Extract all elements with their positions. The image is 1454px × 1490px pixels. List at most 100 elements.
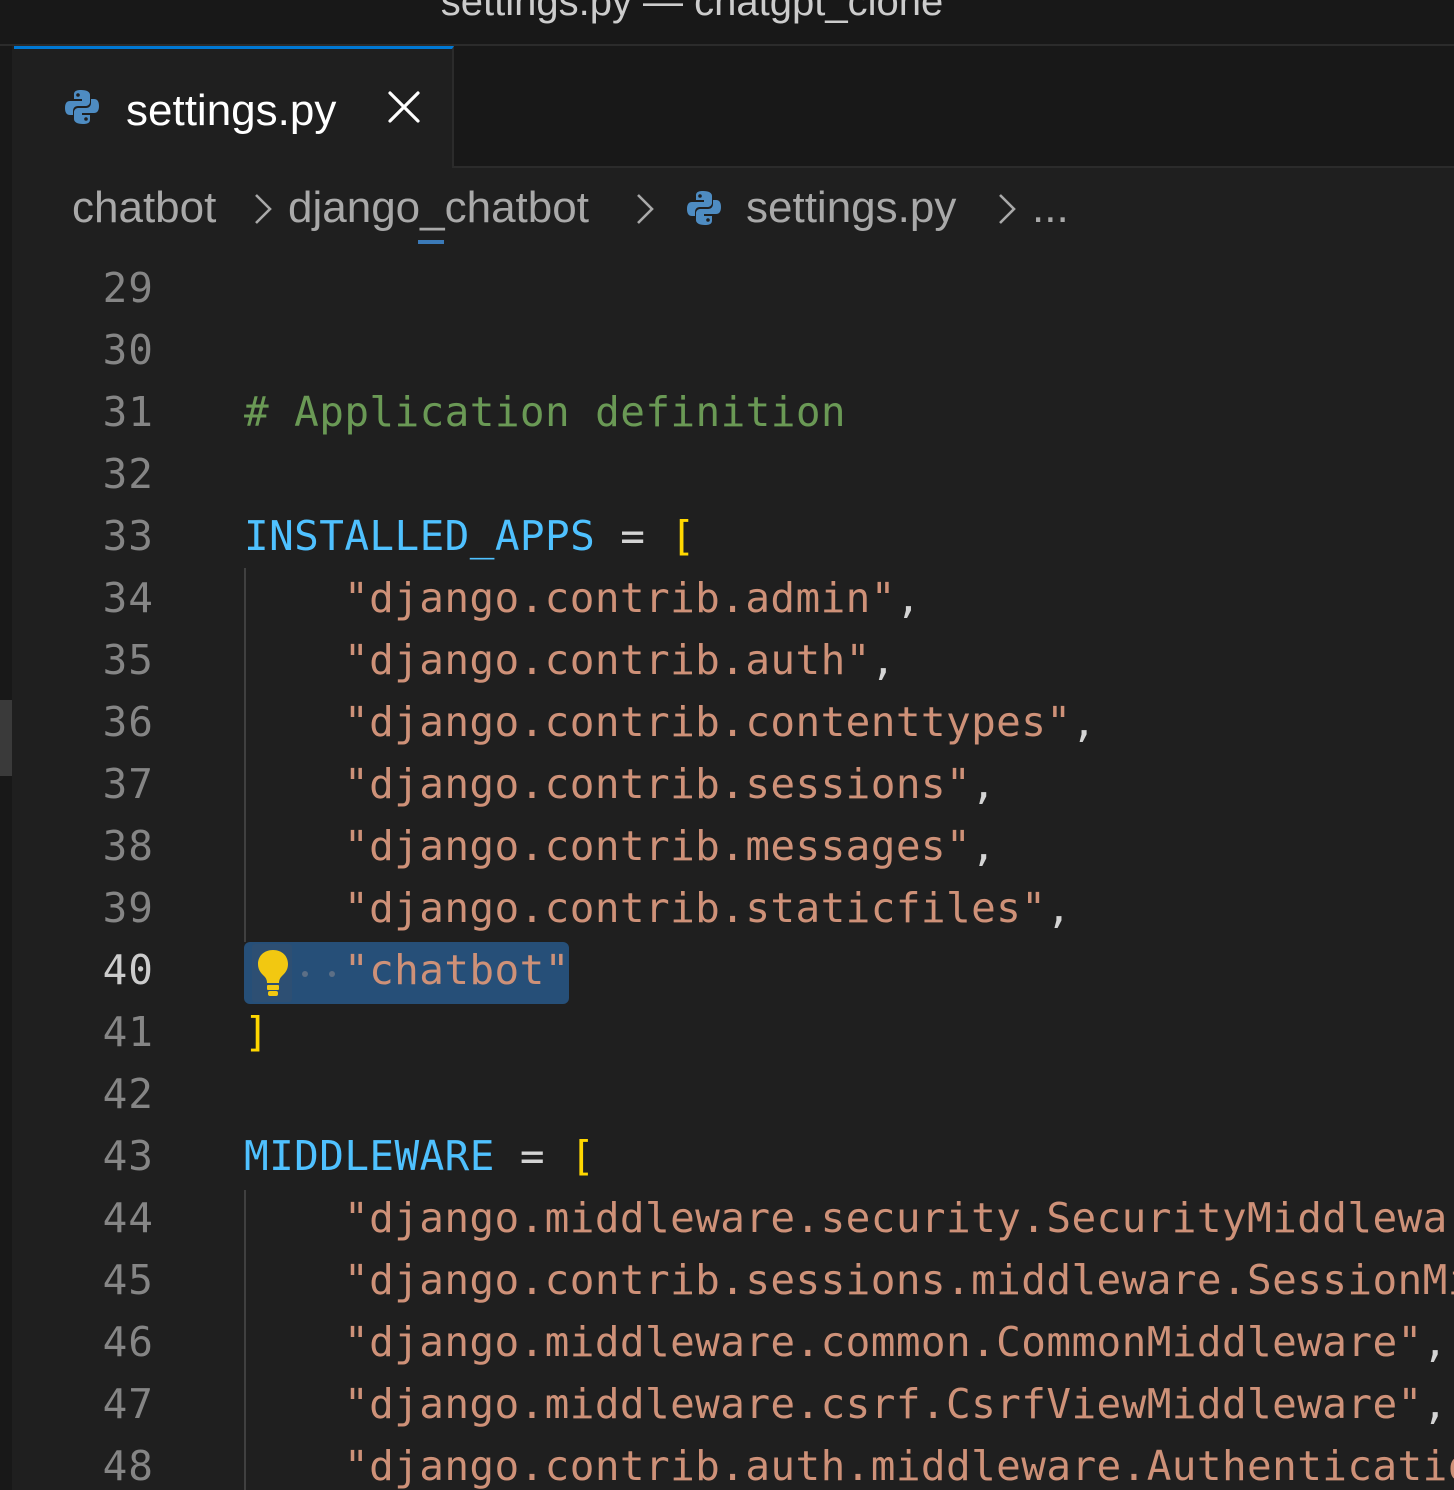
code-string: "django.contrib.auth" (344, 636, 871, 684)
code-string: "django.middleware.common.CommonMiddlewa… (344, 1318, 1423, 1366)
code-text: "django.contrib.sessions.middleware.Sess… (344, 1249, 1454, 1311)
line-number: 42 (102, 1070, 154, 1118)
code-string: "django.contrib.contenttypes" (344, 698, 1072, 746)
code-line[interactable]: 48 "django.contrib.auth.middleware.Authen… (14, 1435, 1454, 1490)
breadcrumb: chatbot django_chatbot settings.py ... (14, 168, 1454, 244)
code-bracket: ] (244, 1008, 270, 1056)
code-punctuation: , (1422, 1380, 1448, 1428)
chevron-right-icon (999, 194, 1016, 224)
code-line[interactable]: 42 (14, 1063, 1454, 1125)
code-line[interactable]: 39 "django.contrib.staticfiles", (14, 877, 1454, 939)
code-editor[interactable]: 29 30 31 # Application definition 32 33 INSTAL… (14, 244, 1454, 1490)
close-icon[interactable] (386, 89, 422, 125)
python-icon (65, 90, 99, 124)
python-icon (687, 191, 721, 225)
chevron-right-icon (637, 194, 654, 224)
code-line[interactable]: 33 INSTALLED_APPS = [ (14, 505, 1454, 567)
line-number: 30 (102, 326, 154, 374)
code-line[interactable]: 41] (14, 1001, 1454, 1063)
code-line[interactable]: 43 MIDDLEWARE = [ (14, 1125, 1454, 1187)
code-text: INSTALLED_APPS = [ (244, 505, 696, 567)
line-number: 44 (102, 1194, 154, 1242)
chevron-right-icon (255, 194, 272, 224)
tab-settings-py[interactable]: settings.py (14, 46, 454, 168)
code-line[interactable]: 30 (14, 319, 1454, 381)
breadcrumb-item-symbols[interactable]: ... (1032, 182, 1069, 234)
code-string: "django.contrib.admin" (344, 574, 896, 622)
line-number: 31 (102, 388, 154, 436)
code-line[interactable]: 36 "django.contrib.contenttypes", (14, 691, 1454, 753)
code-line[interactable]: 40 "chatbot" (14, 939, 1454, 1001)
whitespace-dot (302, 971, 308, 977)
code-bracket: [ (570, 1132, 596, 1180)
code-text: "django.contrib.contenttypes", (344, 691, 1097, 753)
code-comment: # Application definition (244, 388, 847, 436)
code-text: "django.contrib.messages", (344, 815, 996, 877)
code-line[interactable]: 46 "django.middleware.common.CommonMiddle… (14, 1311, 1454, 1373)
code-text: "django.contrib.sessions", (344, 753, 996, 815)
line-number: 34 (102, 574, 154, 622)
code-punctuation: , (895, 574, 921, 622)
code-text: "django.middleware.csrf.CsrfViewMiddlewa… (344, 1373, 1448, 1435)
code-text: "django.contrib.auth", (344, 629, 896, 691)
code-text: "django.contrib.auth.middleware.Authenti… (344, 1435, 1454, 1490)
sidebar-sash[interactable] (0, 700, 12, 776)
line-number: 29 (102, 264, 154, 312)
code-text: "django.middleware.common.CommonMiddlewa… (344, 1311, 1448, 1373)
breadcrumb-item-settings-py[interactable]: settings.py (746, 182, 956, 234)
whitespace-dot (329, 971, 335, 977)
code-text: "chatbot" (344, 939, 570, 1001)
breadcrumb-item-django-chatbot[interactable]: django_chatbot (288, 182, 589, 234)
code-string: "django.middleware.csrf.CsrfViewMiddlewa… (344, 1380, 1423, 1428)
line-number: 45 (102, 1256, 154, 1304)
code-string: "django.contrib.auth.middleware.Authenti… (344, 1442, 1454, 1490)
code-string: "django.contrib.messages" (344, 822, 972, 870)
code-text: # Application definition (244, 381, 846, 443)
code-line[interactable]: 44 "django.middleware.security.SecurityMi… (14, 1187, 1454, 1249)
code-line[interactable]: 32 (14, 443, 1454, 505)
code-variable: INSTALLED_APPS (244, 512, 596, 560)
code-punctuation: , (1071, 698, 1097, 746)
line-number: 33 (102, 512, 154, 560)
line-number: 35 (102, 636, 154, 684)
line-number: 48 (102, 1442, 154, 1490)
code-string: "django.contrib.sessions.middleware.Sess… (344, 1256, 1454, 1304)
line-number: 46 (102, 1318, 154, 1366)
title-bar: settings.py — chatgpt_clone (0, 0, 1454, 46)
code-line[interactable]: 37 "django.contrib.sessions", (14, 753, 1454, 815)
code-string: "django.contrib.sessions" (344, 760, 972, 808)
code-string: "django.contrib.staticfiles" (344, 884, 1047, 932)
line-number: 37 (102, 760, 154, 808)
code-string: "django.middleware.security.SecurityMidd… (344, 1194, 1454, 1242)
line-number: 38 (102, 822, 154, 870)
line-number: 41 (102, 1008, 154, 1056)
code-punctuation: , (870, 636, 896, 684)
code-punctuation: , (1046, 884, 1072, 932)
code-line[interactable]: 35 "django.contrib.auth", (14, 629, 1454, 691)
lightbulb-icon[interactable] (250, 944, 296, 1002)
code-text: MIDDLEWARE = [ (244, 1125, 595, 1187)
code-line[interactable]: 38 "django.contrib.messages", (14, 815, 1454, 877)
line-number: 39 (102, 884, 154, 932)
code-line[interactable]: 34 "django.contrib.admin", (14, 567, 1454, 629)
tab-label: settings.py (126, 86, 337, 135)
code-text: "django.contrib.admin", (344, 567, 921, 629)
code-punctuation: , (1422, 1318, 1448, 1366)
window-title: settings.py — chatgpt_clone (440, 0, 944, 24)
code-line[interactable]: 29 (14, 257, 1454, 319)
line-number: 40 (102, 946, 154, 994)
code-variable: MIDDLEWARE (244, 1132, 495, 1180)
code-line[interactable]: 31 # Application definition (14, 381, 1454, 443)
code-bracket: [ (670, 512, 696, 560)
code-line[interactable]: 45 "django.contrib.sessions.middleware.Se… (14, 1249, 1454, 1311)
code-line[interactable]: 47 "django.middleware.csrf.CsrfViewMiddle… (14, 1373, 1454, 1435)
code-text: ] (244, 1001, 269, 1063)
breadcrumb-item-chatbot[interactable]: chatbot (72, 182, 216, 234)
line-number: 43 (102, 1132, 154, 1180)
line-number: 32 (102, 450, 154, 498)
tab-bar: settings.py (14, 46, 1454, 168)
code-text: "django.contrib.staticfiles", (344, 877, 1071, 939)
code-punctuation: , (971, 760, 997, 808)
code-operator: = (595, 512, 671, 560)
line-number: 36 (102, 698, 154, 746)
